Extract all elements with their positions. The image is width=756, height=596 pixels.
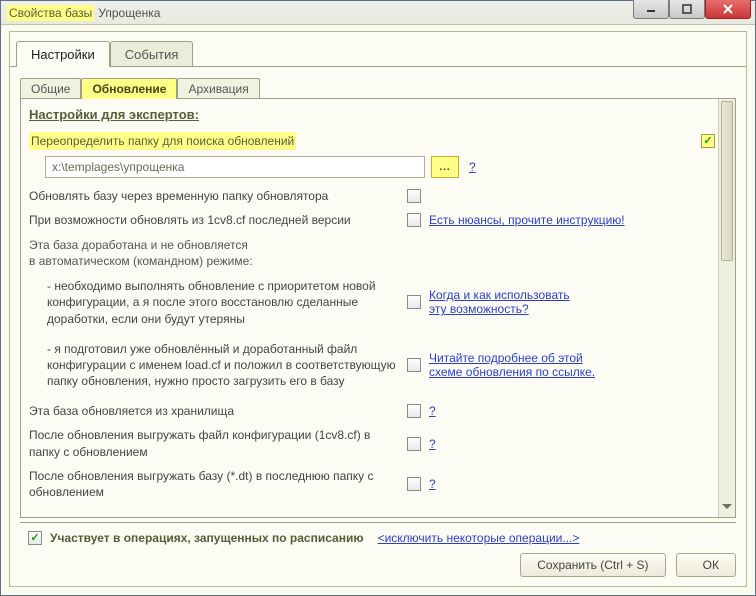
maximize-button[interactable] <box>669 0 705 19</box>
manual-opt2-checkbox[interactable] <box>407 358 421 372</box>
tab-events[interactable]: События <box>110 41 194 67</box>
vertical-scrollbar[interactable] <box>718 99 735 517</box>
main-tabstrip: Настройки События <box>10 36 746 66</box>
client-area: Настройки События Общие Обновление Архив… <box>9 31 747 587</box>
minimize-button[interactable] <box>633 0 669 19</box>
path-input[interactable] <box>45 156 425 178</box>
scrollbar-down-arrow-icon[interactable] <box>719 501 735 517</box>
scrollbar-thumb[interactable] <box>721 101 733 261</box>
subtab-update[interactable]: Обновление <box>81 78 177 99</box>
row-manual-opt1: - необходимо выполнять обновление с прио… <box>21 274 735 331</box>
manual-opt1-link[interactable]: Когда и как использовать эту возможность… <box>429 288 570 316</box>
close-button[interactable] <box>705 0 751 19</box>
unload-cf-label: После обновления выгружать файл конфигур… <box>29 427 399 459</box>
manual-opt2-link[interactable]: Читайте подробнее об этой схеме обновлен… <box>429 351 595 379</box>
tab-body: Общие Обновление Архивация Настройки для… <box>10 66 746 587</box>
temp-folder-checkbox[interactable] <box>407 189 421 203</box>
storage-label: Эта база обновляется из хранилища <box>29 403 399 419</box>
row-temp-folder: Обновлять базу через временную папку обн… <box>21 184 735 208</box>
unload-dt-checkbox[interactable] <box>407 477 421 491</box>
cv8-link[interactable]: Есть нюансы, прочите инструкцию! <box>429 213 625 227</box>
sub-tabstrip: Общие Обновление Архивация <box>20 77 746 98</box>
manual-opt1-checkbox[interactable] <box>407 295 421 309</box>
unload-dt-label: После обновления выгружать базу (*.dt) в… <box>29 468 399 500</box>
row-unload-dt: После обновления выгружать базу (*.dt) в… <box>21 464 735 504</box>
help-link-unload-dt[interactable]: ? <box>429 477 436 491</box>
subtab-general[interactable]: Общие <box>20 78 81 99</box>
help-link-storage[interactable]: ? <box>429 404 436 418</box>
schedule-label: Участвует в операциях, запущенных по рас… <box>50 531 364 545</box>
ok-button[interactable]: ОК <box>676 553 736 577</box>
title-name: Упрощенка <box>94 6 160 20</box>
override-checkbox[interactable] <box>701 134 715 148</box>
manual-opt1-label: - необходимо выполнять обновление с прио… <box>47 278 399 327</box>
schedule-checkbox[interactable] <box>28 531 42 545</box>
row-manual-opt2: - я подготовил уже обновлённый и доработ… <box>21 337 735 394</box>
cv8-label: При возможности обновлять из 1cv8.cf пос… <box>29 212 399 228</box>
row-unload-cf: После обновления выгружать файл конфигур… <box>21 423 735 463</box>
row-path: ... ? <box>21 154 735 184</box>
unload-cf-checkbox[interactable] <box>407 437 421 451</box>
cv8-checkbox[interactable] <box>407 213 421 227</box>
help-link-unload-cf[interactable]: ? <box>429 437 436 451</box>
temp-folder-label: Обновлять базу через временную папку обн… <box>29 188 399 204</box>
titlebar: Свойства базы Упрощенка <box>1 1 755 25</box>
storage-checkbox[interactable] <box>407 404 421 418</box>
manual-opt2-label: - я подготовил уже обновлённый и доработ… <box>47 341 399 390</box>
exclude-operations-link[interactable]: <исключить некоторые операции...> <box>378 531 580 545</box>
title-prefix: Свойства базы <box>7 5 94 21</box>
tab-settings[interactable]: Настройки <box>16 41 110 67</box>
row-storage: Эта база обновляется из хранилища ? <box>21 399 735 423</box>
window: Свойства базы Упрощенка Настройки Событи… <box>0 0 756 596</box>
manual-text: Эта база доработана и не обновляется в а… <box>21 233 735 275</box>
help-link-path[interactable]: ? <box>469 160 476 174</box>
subtab-archive[interactable]: Архивация <box>177 78 259 99</box>
scroll-area: Настройки для экспертов: Переопределить … <box>20 98 736 518</box>
save-button[interactable]: Сохранить (Ctrl + S) <box>520 553 665 577</box>
browse-button[interactable]: ... <box>431 156 459 178</box>
expert-header: Настройки для экспертов: <box>21 99 735 128</box>
dialog-footer: Сохранить (Ctrl + S) ОК <box>20 545 746 577</box>
row-override-folder: Переопределить папку для поиска обновлен… <box>21 128 735 154</box>
footer-row: Участвует в операциях, запущенных по рас… <box>20 522 736 545</box>
override-label: Переопределить папку для поиска обновлен… <box>29 132 296 150</box>
row-cv8: При возможности обновлять из 1cv8.cf пос… <box>21 208 735 232</box>
